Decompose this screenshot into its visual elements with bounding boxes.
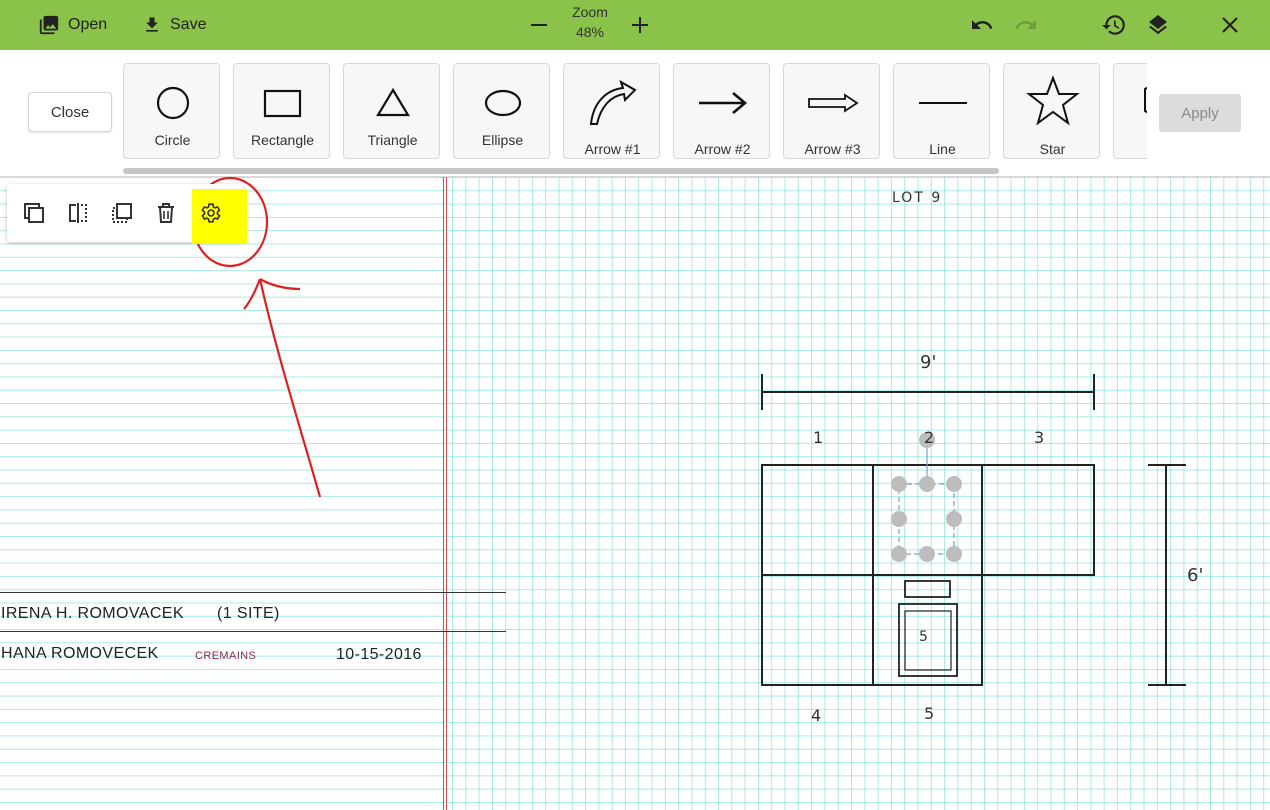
polygon-icon (1143, 86, 1147, 114)
shape-triangle[interactable]: Triangle (343, 63, 440, 159)
shape-polygon[interactable]: P (1113, 63, 1147, 159)
layers-button[interactable] (1143, 10, 1173, 40)
shape-arrow-1[interactable]: Arrow #1 (563, 63, 660, 159)
rectangle-icon (263, 89, 301, 118)
history-icon (1102, 15, 1125, 35)
close-button[interactable]: Close (28, 92, 112, 132)
zoom-value: 48% (575, 24, 605, 40)
shape-label: Arrow #1 (584, 141, 641, 157)
shape-label: Arrow #3 (804, 141, 861, 157)
undo-icon (972, 20, 993, 29)
settings-icon (201, 203, 221, 223)
delete-icon (158, 203, 174, 223)
circle-icon (156, 86, 189, 120)
shape-label: Ellipse (481, 132, 524, 148)
flip-button[interactable] (63, 198, 93, 228)
star-icon (1025, 75, 1080, 126)
plot-number: 5 (924, 704, 935, 723)
shape-label: Triangle (367, 132, 418, 148)
duplicate-button[interactable] (19, 198, 49, 228)
open-label: Open (68, 16, 108, 33)
shape-label: Arrow #2 (694, 141, 751, 157)
plot-number: 3 (1034, 428, 1045, 447)
selection-toolbar (7, 184, 247, 244)
close-editor-button[interactable] (1215, 10, 1245, 40)
shape-label: P (1114, 141, 1147, 157)
marker-label: 5 (919, 629, 928, 645)
plot-drawing (191, 177, 1186, 686)
selected-shape[interactable] (891, 432, 962, 562)
top-toolbar: Open Save Zoom 48% (0, 0, 1270, 50)
save-label: Save (170, 16, 207, 33)
duplicate-icon (24, 203, 44, 223)
plus-icon (632, 17, 648, 33)
shape-label: Circle (154, 132, 191, 148)
line-icon (918, 102, 967, 104)
bring-to-front-icon (112, 203, 132, 223)
shape-arrow-2[interactable]: Arrow #2 (673, 63, 770, 159)
flip-icon (69, 203, 87, 223)
redo-icon (1015, 20, 1036, 29)
ellipse-icon (484, 89, 521, 117)
shape-picker: Circle Rectangle Triangle Ellipse Arrow … (123, 63, 1147, 163)
layers-icon (1149, 15, 1167, 35)
zoom-in-button[interactable] (625, 10, 655, 40)
close-icon (1222, 17, 1238, 33)
minus-icon (531, 24, 547, 26)
download-icon (146, 17, 158, 32)
height-label: 6' (1187, 565, 1204, 586)
plot-number: 2 (924, 428, 935, 447)
hollow-arrow-icon (807, 93, 859, 113)
delete-button[interactable] (151, 198, 181, 228)
annotation-arrow (243, 278, 322, 498)
open-button[interactable]: Open (38, 0, 107, 50)
shape-ellipse[interactable]: Ellipse (453, 63, 550, 159)
plot-number: 4 (811, 706, 822, 725)
width-label: 9' (920, 352, 937, 373)
shape-star[interactable]: Star (1003, 63, 1100, 159)
shape-label: Line (929, 141, 956, 157)
undo-button[interactable] (967, 10, 997, 40)
zoom-out-button[interactable] (524, 10, 554, 40)
settings-button[interactable] (195, 198, 225, 228)
zoom-label: Zoom (572, 4, 608, 20)
redo-button[interactable] (1011, 10, 1041, 40)
shape-label: Star (1039, 141, 1066, 157)
shape-label: Rectangle (250, 132, 315, 148)
drawing-canvas[interactable]: IRENA H. ROMOVACEK (1 SITE) HANA ROMOVEC… (0, 177, 1270, 810)
save-button[interactable]: Save (142, 0, 206, 50)
image-icon (39, 15, 59, 35)
shape-scrollbar[interactable] (123, 168, 999, 174)
apply-button[interactable]: Apply (1159, 94, 1241, 132)
lot-title: LOT 9 (892, 190, 943, 206)
history-button[interactable] (1099, 10, 1129, 40)
zoom-indicator: Zoom 48% (560, 2, 620, 42)
triangle-icon (375, 87, 410, 117)
shape-rectangle[interactable]: Rectangle (233, 63, 330, 159)
curved-arrow-icon (589, 79, 637, 125)
bring-to-front-button[interactable] (107, 198, 137, 228)
shape-circle[interactable]: Circle (123, 63, 220, 159)
shape-line[interactable]: Line (893, 63, 990, 159)
shape-arrow-3[interactable]: Arrow #3 (783, 63, 880, 159)
plot-number: 1 (813, 428, 824, 447)
arrow-icon (698, 92, 747, 114)
